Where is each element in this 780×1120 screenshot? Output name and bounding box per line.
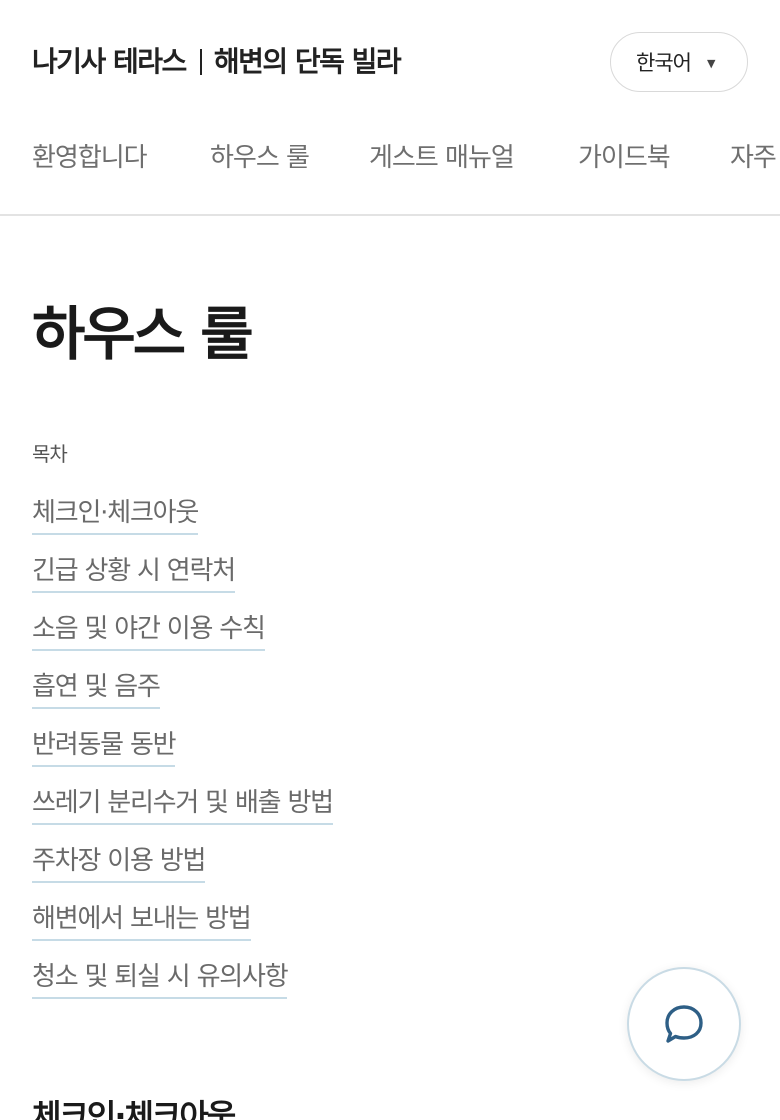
page-title: 하우스 룰 (32, 300, 254, 368)
toc-label: 목차 (32, 442, 68, 466)
tab-guidebook[interactable]: 가이드북 (578, 140, 671, 176)
toc-item: 청소 및 퇴실 시 유의사항 (32, 958, 333, 1016)
site-header: 나기사 테라스 해변의 단독 빌라 한국어 ▼ (0, 0, 780, 124)
page: 나기사 테라스 해변의 단독 빌라 한국어 ▼ 환영합니다 하우스 룰 게스트 매… (0, 0, 780, 1120)
toc-link-cleaning-checkout[interactable]: 청소 및 퇴실 시 유의사항 (32, 958, 289, 999)
toc-item: 소음 및 야간 이용 수칙 (32, 610, 333, 668)
language-selected: 한국어 (636, 51, 692, 75)
toc-link-noise-rules[interactable]: 소음 및 야간 이용 수칙 (32, 610, 266, 651)
toc-link-smoking-drinking[interactable]: 흡연 및 음주 (32, 668, 161, 709)
table-of-contents: 체크인·체크아웃 긴급 상황 시 연락처 소음 및 야간 이용 수칙 흡연 및 … (32, 494, 334, 1016)
toc-item: 쓰레기 분리수거 및 배출 방법 (32, 784, 334, 842)
toc-item: 체크인·체크아웃 (32, 494, 333, 552)
toc-item: 반려동물 동반 (32, 726, 333, 784)
tab-guest-manual[interactable]: 게스트 매뉴얼 (369, 140, 515, 176)
tab-welcome[interactable]: 환영합니다 (32, 140, 148, 176)
toc-link-pets[interactable]: 반려동물 동반 (32, 726, 177, 767)
toc-link-emergency-contacts[interactable]: 긴급 상황 시 연락처 (32, 552, 236, 593)
toc-link-parking[interactable]: 주차장 이용 방법 (32, 842, 206, 883)
caret-down-icon: ▼ (706, 56, 716, 70)
toc-item: 흡연 및 음주 (32, 668, 333, 726)
toc-item: 주차장 이용 방법 (32, 842, 333, 900)
toc-link-checkin-checkout[interactable]: 체크인·체크아웃 (32, 494, 199, 535)
brand-name: 나기사 테라스 (32, 45, 187, 78)
toc-item: 해변에서 보내는 방법 (32, 900, 333, 958)
tab-faq[interactable]: 자주 (730, 140, 777, 176)
chat-bubble-icon (665, 1005, 703, 1043)
language-selector[interactable]: 한국어 ▼ (610, 32, 748, 92)
toc-link-beach[interactable]: 해변에서 보내는 방법 (32, 900, 252, 941)
toc-link-garbage[interactable]: 쓰레기 분리수거 및 배출 방법 (32, 784, 334, 825)
tab-bar: 환영합니다 하우스 룰 게스트 매뉴얼 가이드북 자주 (0, 124, 780, 216)
brand-tagline: 해변의 단독 빌라 (213, 45, 402, 78)
toc-item: 긴급 상황 시 연락처 (32, 552, 333, 610)
tab-house-rules[interactable]: 하우스 룰 (210, 140, 310, 176)
brand-divider (199, 49, 202, 75)
chat-button[interactable] (627, 967, 741, 1081)
site-brand[interactable]: 나기사 테라스 해변의 단독 빌라 (32, 44, 402, 80)
section-heading: 체크인·체크아웃 (32, 1097, 236, 1120)
